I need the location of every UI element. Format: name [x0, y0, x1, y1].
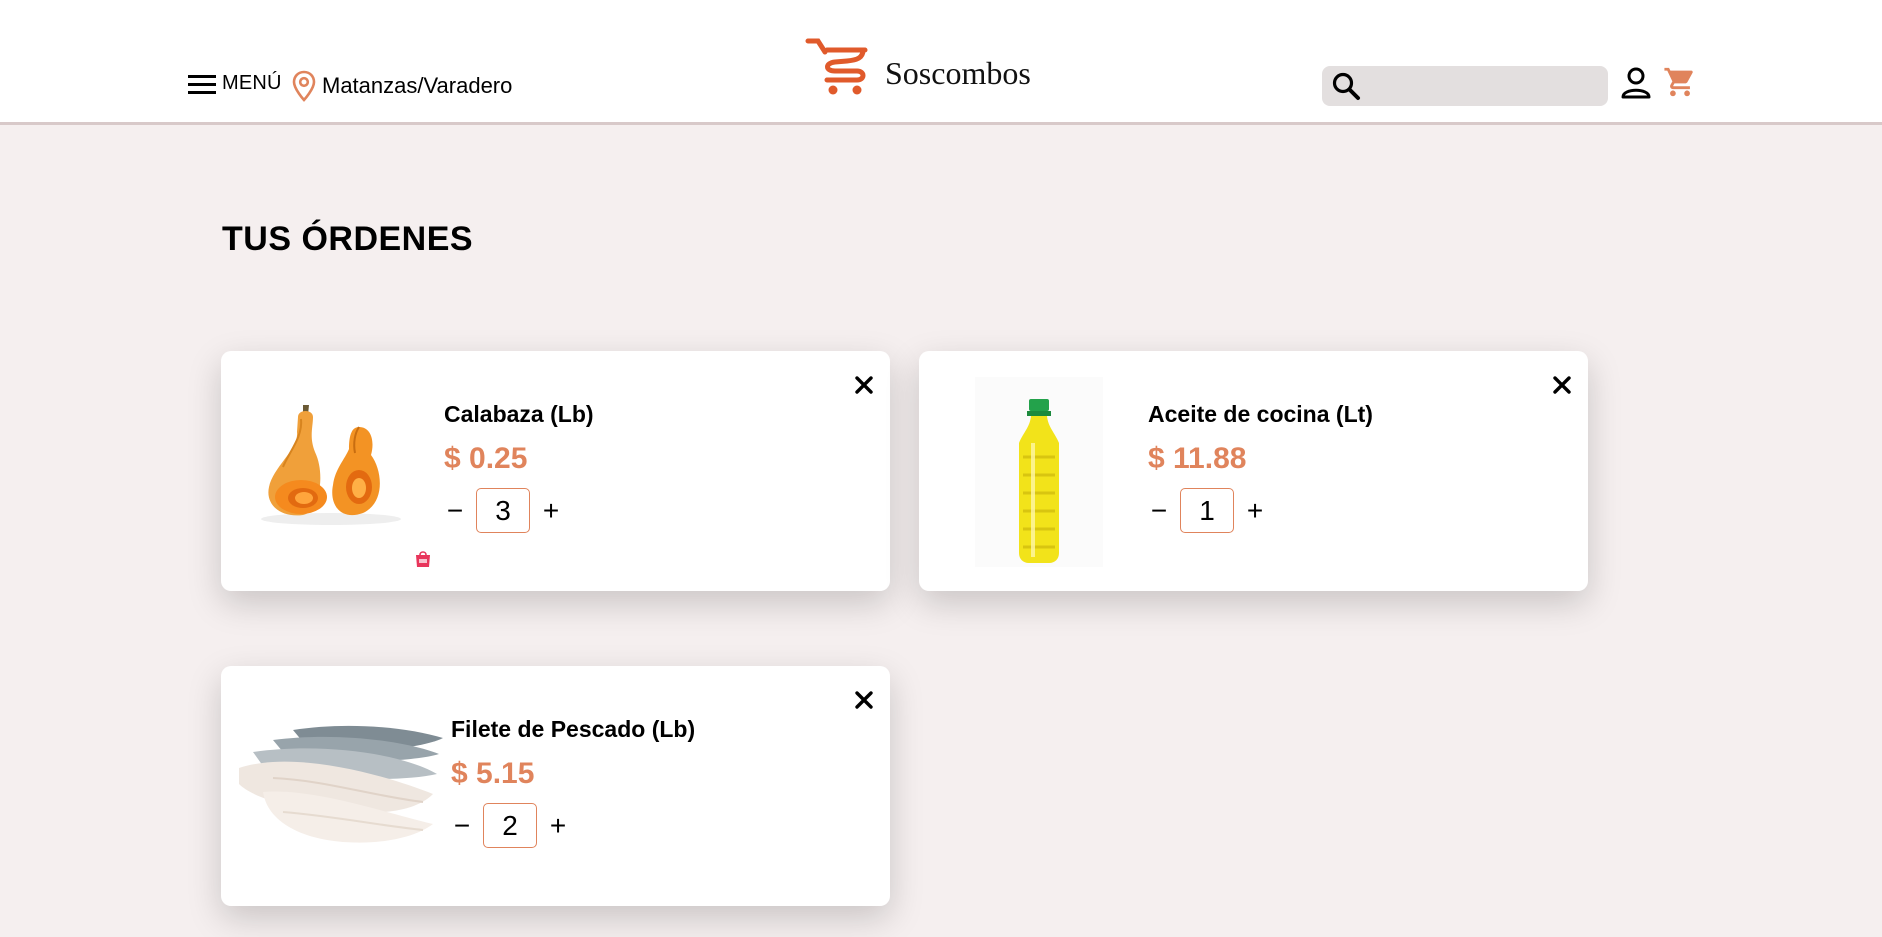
quantity-input[interactable]	[1180, 488, 1234, 533]
shopping-cart-logo-icon	[805, 38, 868, 95]
search-input[interactable]	[1370, 66, 1608, 106]
menu-label: MENÚ	[222, 72, 282, 94]
quantity-input[interactable]	[483, 803, 537, 848]
close-icon	[855, 376, 873, 394]
product-price: $ 5.15	[451, 757, 535, 790]
brand-logo[interactable]: Soscombos	[805, 38, 1031, 96]
butternut-squash-image	[261, 405, 401, 525]
remove-item-button[interactable]	[848, 684, 880, 716]
product-image	[251, 397, 411, 532]
increase-quantity-button[interactable]: +	[540, 496, 562, 525]
remove-item-button[interactable]	[848, 369, 880, 401]
quantity-stepper: − +	[451, 803, 695, 848]
close-icon	[855, 691, 873, 709]
quantity-input[interactable]	[476, 488, 530, 533]
order-card: Aceite de cocina (Lt) $ 11.88 − +	[919, 351, 1588, 591]
cart-icon[interactable]	[1663, 65, 1697, 104]
fish-fillet-image	[239, 725, 443, 843]
increase-quantity-button[interactable]: +	[547, 811, 569, 840]
order-info: Aceite de cocina (Lt) $ 11.88 − +	[1148, 401, 1373, 533]
quantity-stepper: − +	[1148, 488, 1373, 533]
user-account-icon[interactable]	[1620, 66, 1652, 105]
brand-name: Soscombos	[885, 54, 1031, 91]
menu-button[interactable]: MENÚ	[186, 72, 282, 95]
order-info: Calabaza (Lb) $ 0.25 − +	[444, 401, 594, 533]
decrease-quantity-button[interactable]: −	[1148, 496, 1170, 525]
product-price: $ 0.25	[444, 442, 528, 475]
location-pin-icon	[292, 70, 316, 102]
hamburger-icon	[188, 74, 216, 94]
order-card: Filete de Pescado (Lb) $ 5.15 − +	[221, 666, 890, 906]
order-card: Calabaza (Lb) $ 0.25 − +	[221, 351, 890, 591]
product-image	[975, 377, 1103, 572]
page-title: TUS ÓRDENES	[222, 220, 474, 258]
increase-quantity-button[interactable]: +	[1244, 496, 1266, 525]
search-icon[interactable]	[1322, 66, 1370, 106]
discount-badge-icon	[415, 550, 431, 573]
product-name: Calabaza (Lb)	[444, 401, 594, 427]
decrease-quantity-button[interactable]: −	[444, 496, 466, 525]
location-selector[interactable]: Matanzas/Varadero	[292, 70, 512, 102]
remove-item-button[interactable]	[1546, 369, 1578, 401]
product-price: $ 11.88	[1148, 442, 1247, 475]
decrease-quantity-button[interactable]: −	[451, 811, 473, 840]
product-image	[233, 718, 447, 853]
close-icon	[1553, 376, 1571, 394]
order-info: Filete de Pescado (Lb) $ 5.15 − +	[451, 716, 695, 848]
product-name: Filete de Pescado (Lb)	[451, 716, 696, 742]
location-label: Matanzas/Varadero	[322, 73, 513, 98]
site-header: MENÚ Matanzas/Varadero Soscombos	[0, 0, 1882, 125]
cooking-oil-bottle-image	[975, 377, 1103, 567]
quantity-stepper: − +	[444, 488, 594, 533]
search-bar[interactable]	[1322, 66, 1608, 106]
product-name: Aceite de cocina (Lt)	[1148, 401, 1373, 427]
